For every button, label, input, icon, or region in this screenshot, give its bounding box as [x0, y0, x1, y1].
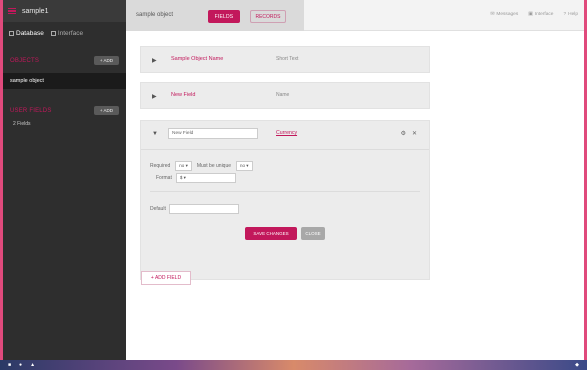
tab-records[interactable]: RECORDS	[250, 10, 286, 23]
tab-interface[interactable]: Interface	[50, 30, 84, 37]
divider	[150, 191, 420, 192]
field-edit-panel: ▼ New Field Currency ⚙ ✕ Required no ▾ M…	[140, 120, 430, 280]
required-value: no	[179, 163, 185, 168]
interface-link[interactable]: ▣ Interface	[528, 12, 553, 17]
top-actions: ✉ Messages ▣ Interface ? Help	[490, 12, 578, 17]
tab-interface-label: Interface	[57, 30, 84, 37]
sidebar-item-user-fields[interactable]: 2 Fields	[3, 121, 126, 127]
taskbar-app-icon[interactable]: ▲	[30, 362, 35, 368]
app-name[interactable]: sample1	[22, 8, 48, 15]
required-row: Required no ▾ Must be unique no ▾	[150, 161, 253, 171]
edit-panel-header: ▼ New Field Currency ⚙ ✕	[141, 121, 429, 149]
field-type: Name	[276, 92, 290, 98]
default-row: Default	[150, 204, 239, 214]
field-type-link[interactable]: Currency	[276, 130, 297, 136]
tray-icon[interactable]: ◆	[575, 362, 579, 368]
required-select[interactable]: no ▾	[175, 161, 192, 171]
interface-icon: ▣	[528, 12, 533, 17]
must-be-unique-select[interactable]: no ▾	[236, 161, 253, 171]
default-input[interactable]	[168, 204, 239, 214]
taskbar-left: ■ ● ▲	[8, 362, 35, 368]
objects-section-header: OBJECTS + ADD	[3, 49, 126, 71]
messages-icon: ✉	[490, 12, 495, 17]
help-link[interactable]: ? Help	[563, 12, 578, 17]
format-select[interactable]: $ ▾	[175, 173, 236, 183]
objects-label: OBJECTS	[10, 57, 40, 64]
tray-icons: ◆	[575, 362, 579, 368]
tab-database-label: Database	[16, 30, 44, 37]
object-title: sample object	[136, 12, 174, 18]
field-row[interactable]: ▶ Sample Object Name Short Text	[140, 46, 430, 73]
interface-icon	[50, 31, 56, 36]
must-be-unique-value: no	[240, 163, 246, 168]
top-bar: sample object FIELDS RECORDS ✉ Messages ▣…	[126, 0, 584, 31]
collapse-arrow-icon[interactable]: ▼	[152, 131, 158, 137]
tab-database[interactable]: Database	[9, 30, 44, 37]
must-be-unique-label: Must be unique	[196, 163, 232, 169]
main-content: ▶ Sample Object Name Short Text ▶ New Fi…	[126, 31, 584, 360]
user-fields-label: USER FIELDS	[10, 107, 52, 114]
close-icon[interactable]: ✕	[412, 130, 417, 137]
field-name-input[interactable]: New Field	[168, 128, 258, 139]
close-button[interactable]: CLOSE	[301, 227, 325, 240]
sidebar: sample1 Database Interface OBJECTS + ADD…	[3, 0, 126, 360]
help-icon: ?	[563, 12, 567, 17]
expand-arrow-icon[interactable]: ▶	[152, 57, 157, 64]
sidebar-tabs: Database Interface	[3, 22, 126, 41]
expand-arrow-icon[interactable]: ▶	[152, 93, 157, 100]
default-label: Default	[150, 206, 166, 212]
add-user-field-button[interactable]: + ADD	[93, 106, 119, 115]
format-row: Format $ ▾	[156, 173, 236, 183]
add-object-button[interactable]: + ADD	[93, 56, 119, 65]
field-name: New Field	[171, 92, 196, 98]
field-type: Short Text	[276, 56, 299, 62]
sidebar-item-sample-object[interactable]: sample object	[3, 73, 126, 89]
settings-icon[interactable]: ⚙	[401, 130, 406, 137]
interface-label: Interface	[534, 12, 554, 17]
database-icon	[9, 31, 14, 36]
help-label: Help	[568, 12, 578, 17]
divider	[141, 149, 429, 150]
format-label: Format	[156, 175, 172, 181]
add-field-button[interactable]: + ADD FIELD	[141, 271, 191, 285]
format-value: $	[179, 175, 183, 180]
os-taskbar: ■ ● ▲ ◆	[0, 360, 587, 370]
messages-link[interactable]: ✉ Messages	[490, 12, 518, 17]
messages-label: Messages	[496, 12, 519, 17]
required-label: Required	[150, 163, 171, 169]
user-fields-section-header: USER FIELDS + ADD	[3, 99, 126, 121]
field-name: Sample Object Name	[171, 56, 224, 62]
menu-icon[interactable]	[8, 7, 16, 15]
tab-fields[interactable]: FIELDS	[208, 10, 240, 23]
app-header: sample1	[3, 0, 126, 22]
save-changes-button[interactable]: SAVE CHANGES	[245, 227, 297, 240]
field-row[interactable]: ▶ New Field Name	[140, 82, 430, 109]
taskbar-app-icon[interactable]: ●	[19, 362, 22, 368]
start-icon[interactable]: ■	[8, 362, 11, 368]
edit-panel-icons: ⚙ ✕	[401, 130, 417, 137]
